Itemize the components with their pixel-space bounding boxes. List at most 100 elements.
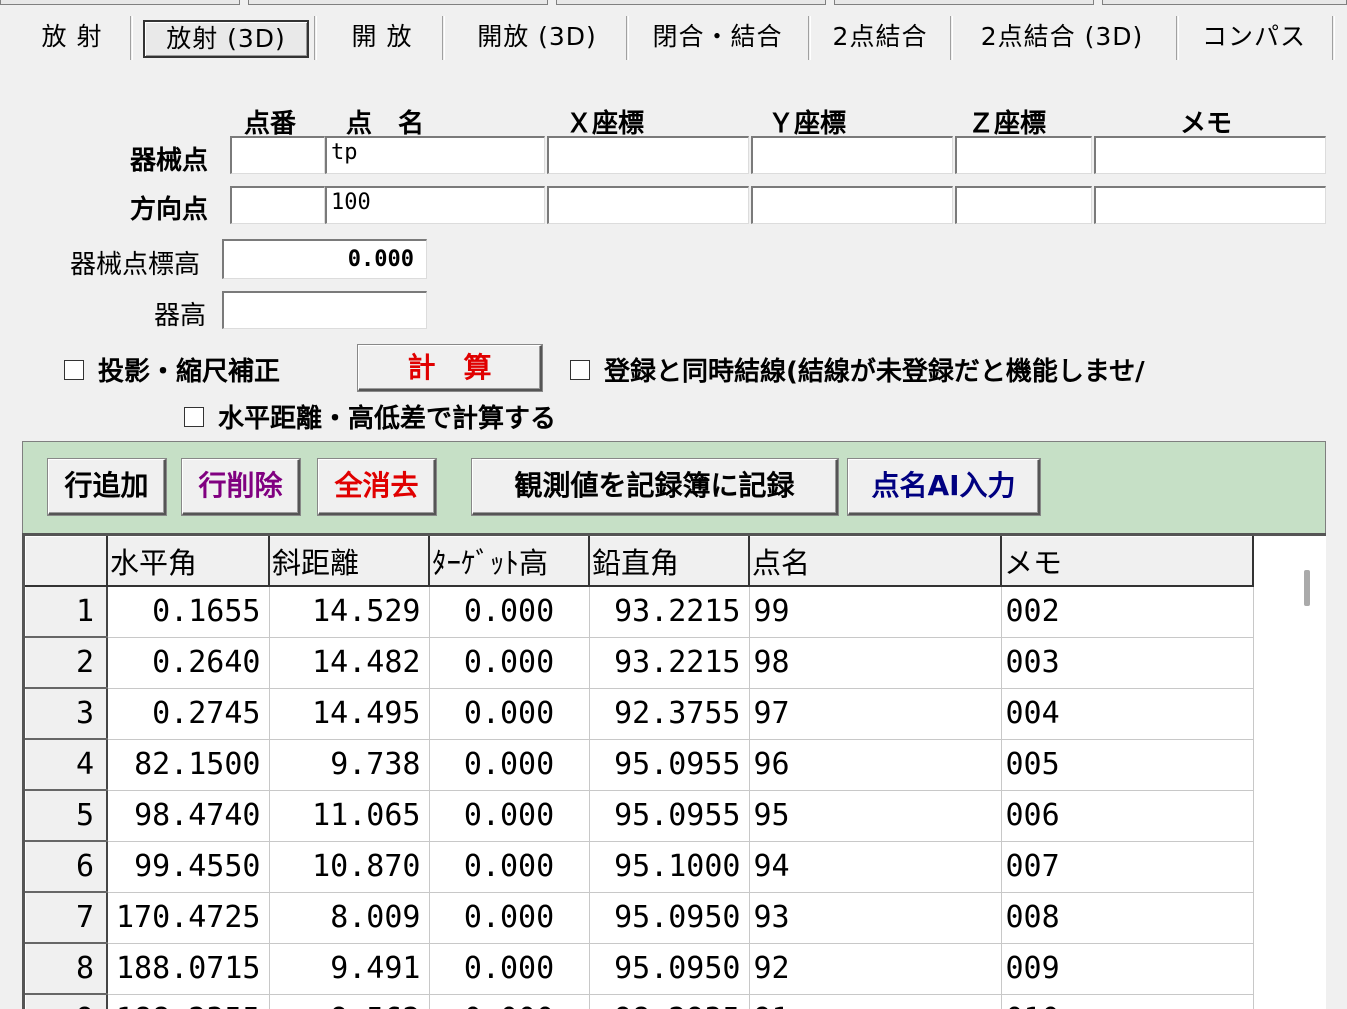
memo-cell[interactable]: 002 (1001, 586, 1254, 638)
row-number-cell[interactable]: 3 (25, 687, 108, 740)
vertical-angle-cell[interactable]: 95.0950 (589, 943, 750, 995)
column-header-slope-distance[interactable]: 斜距離 (268, 536, 430, 587)
row-number-cell[interactable]: 2 (25, 636, 108, 689)
horizontal-angle-cell[interactable]: 98.4740 (107, 790, 270, 842)
instrument-elevation-field[interactable]: 0.000 (222, 239, 427, 279)
row-number-cell[interactable]: 9 (25, 993, 108, 1009)
horizontal-angle-cell[interactable]: 170.4725 (107, 892, 270, 944)
memo-cell[interactable]: 010 (1001, 994, 1254, 1009)
grid-scrollbar-thumb[interactable] (1304, 570, 1310, 606)
vertical-angle-cell[interactable]: 95.0955 (589, 739, 750, 791)
vertical-angle-cell[interactable]: 95.1000 (589, 841, 750, 893)
direction-x-field[interactable] (547, 186, 749, 224)
memo-cell[interactable]: 008 (1001, 892, 1254, 944)
register-connect-checkbox[interactable] (570, 360, 590, 380)
tab-open[interactable]: 開 放 (332, 20, 432, 54)
horizontal-distance-checkbox[interactable] (184, 407, 204, 427)
slope-distance-cell[interactable]: 9.738 (269, 739, 430, 791)
slope-distance-cell[interactable]: 14.482 (269, 637, 430, 689)
tab-two-point[interactable]: 2点結合 (820, 20, 940, 54)
memo-cell[interactable]: 004 (1001, 688, 1254, 740)
point-name-cell[interactable]: 98 (749, 637, 1002, 689)
delete-row-button[interactable]: 行削除 (182, 459, 300, 515)
vertical-angle-cell[interactable]: 95.0955 (589, 790, 750, 842)
target-height-cell[interactable]: 0.000 (429, 841, 590, 893)
device-height-field[interactable] (222, 291, 427, 329)
slope-distance-cell[interactable]: 8.009 (269, 892, 430, 944)
tab-closed-connected[interactable]: 閉合・結合 (640, 20, 795, 54)
add-row-button[interactable]: 行追加 (48, 459, 166, 515)
table-row[interactable]: 2 0.2640 14.482 0.000 93.2215 98 003 (25, 636, 1254, 689)
table-row[interactable]: 7 170.4725 8.009 0.000 95.0950 93 008 (25, 891, 1254, 944)
tab-radial-3d[interactable]: 放射 (3D) (143, 20, 309, 58)
horizontal-angle-cell[interactable]: 82.1500 (107, 739, 270, 791)
table-row[interactable]: 5 98.4740 11.065 0.000 95.0955 95 006 (25, 789, 1254, 842)
clear-all-button[interactable]: 全消去 (318, 459, 436, 515)
target-height-cell[interactable]: 0.000 (429, 943, 590, 995)
instrument-point-no-field[interactable] (230, 136, 325, 174)
record-to-book-button[interactable]: 観測値を記録簿に記録 (472, 459, 838, 515)
direction-y-field[interactable] (751, 186, 953, 224)
table-row[interactable]: 6 99.4550 10.870 0.000 95.1000 94 007 (25, 840, 1254, 893)
memo-cell[interactable]: 006 (1001, 790, 1254, 842)
calculate-button[interactable]: 計 算 (358, 345, 542, 391)
tab-two-point-3d[interactable]: 2点結合 (3D) (962, 20, 1162, 54)
instrument-y-field[interactable] (751, 136, 953, 174)
slope-distance-cell[interactable]: 11.065 (269, 790, 430, 842)
slope-distance-cell[interactable]: 9.562 (269, 994, 430, 1009)
row-number-cell[interactable]: 4 (25, 738, 108, 791)
instrument-point-name-field[interactable]: tp (325, 136, 545, 174)
memo-cell[interactable]: 005 (1001, 739, 1254, 791)
vertical-angle-cell[interactable]: 93.2215 (589, 586, 750, 638)
projection-scale-checkbox[interactable] (64, 360, 84, 380)
direction-point-name-field[interactable]: 100 (325, 186, 545, 224)
point-name-cell[interactable]: 93 (749, 892, 1002, 944)
vertical-angle-cell[interactable]: 92.3755 (589, 688, 750, 740)
target-height-cell[interactable]: 0.000 (429, 790, 590, 842)
row-number-cell[interactable]: 5 (25, 789, 108, 842)
slope-distance-cell[interactable]: 14.495 (269, 688, 430, 740)
tab-open-3d[interactable]: 開放 (3D) (462, 20, 612, 54)
slope-distance-cell[interactable]: 14.529 (269, 586, 430, 638)
target-height-cell[interactable]: 0.000 (429, 994, 590, 1009)
slope-distance-cell[interactable]: 10.870 (269, 841, 430, 893)
target-height-cell[interactable]: 0.000 (429, 637, 590, 689)
memo-cell[interactable]: 003 (1001, 637, 1254, 689)
column-header-point-name[interactable]: 点名 (748, 536, 1002, 587)
instrument-memo-field[interactable] (1094, 136, 1326, 174)
point-name-cell[interactable]: 99 (749, 586, 1002, 638)
table-row[interactable]: 1 0.1655 14.529 0.000 93.2215 99 002 (25, 585, 1254, 638)
table-row[interactable]: 4 82.1500 9.738 0.000 95.0955 96 005 (25, 738, 1254, 791)
target-height-cell[interactable]: 0.000 (429, 688, 590, 740)
column-header-vertical-angle[interactable]: 鉛直角 (588, 536, 750, 587)
column-header-target-height[interactable]: ﾀｰｹﾞｯﾄ高 (428, 536, 590, 587)
row-number-cell[interactable]: 6 (25, 840, 108, 893)
horizontal-angle-cell[interactable]: 0.2745 (107, 688, 270, 740)
point-name-cell[interactable]: 92 (749, 943, 1002, 995)
horizontal-angle-cell[interactable]: 99.4550 (107, 841, 270, 893)
row-number-cell[interactable]: 7 (25, 891, 108, 944)
point-name-cell[interactable]: 94 (749, 841, 1002, 893)
table-row[interactable]: 3 0.2745 14.495 0.000 92.3755 97 004 (25, 687, 1254, 740)
direction-memo-field[interactable] (1094, 186, 1326, 224)
tab-compass[interactable]: コンパス (1188, 20, 1320, 54)
tab-radial[interactable]: 放 射 (22, 20, 122, 54)
point-name-cell[interactable]: 95 (749, 790, 1002, 842)
instrument-x-field[interactable] (547, 136, 749, 174)
direction-point-no-field[interactable] (230, 186, 325, 224)
target-height-cell[interactable]: 0.000 (429, 586, 590, 638)
row-number-cell[interactable]: 1 (25, 585, 108, 638)
vertical-angle-cell[interactable]: 95.0950 (589, 892, 750, 944)
column-header-horizontal-angle[interactable]: 水平角 (106, 536, 270, 587)
point-name-cell[interactable]: 96 (749, 739, 1002, 791)
horizontal-angle-cell[interactable]: 0.2640 (107, 637, 270, 689)
vertical-angle-cell[interactable]: 98.2935 (589, 994, 750, 1009)
target-height-cell[interactable]: 0.000 (429, 739, 590, 791)
point-name-cell[interactable]: 91 (749, 994, 1002, 1009)
slope-distance-cell[interactable]: 9.491 (269, 943, 430, 995)
table-row[interactable]: 9188.23559.5620.00098.293591010 (25, 993, 1254, 1009)
point-name-cell[interactable]: 97 (749, 688, 1002, 740)
memo-cell[interactable]: 007 (1001, 841, 1254, 893)
point-name-ai-input-button[interactable]: 点名AI入力 (848, 459, 1040, 515)
horizontal-angle-cell[interactable]: 188.0715 (107, 943, 270, 995)
